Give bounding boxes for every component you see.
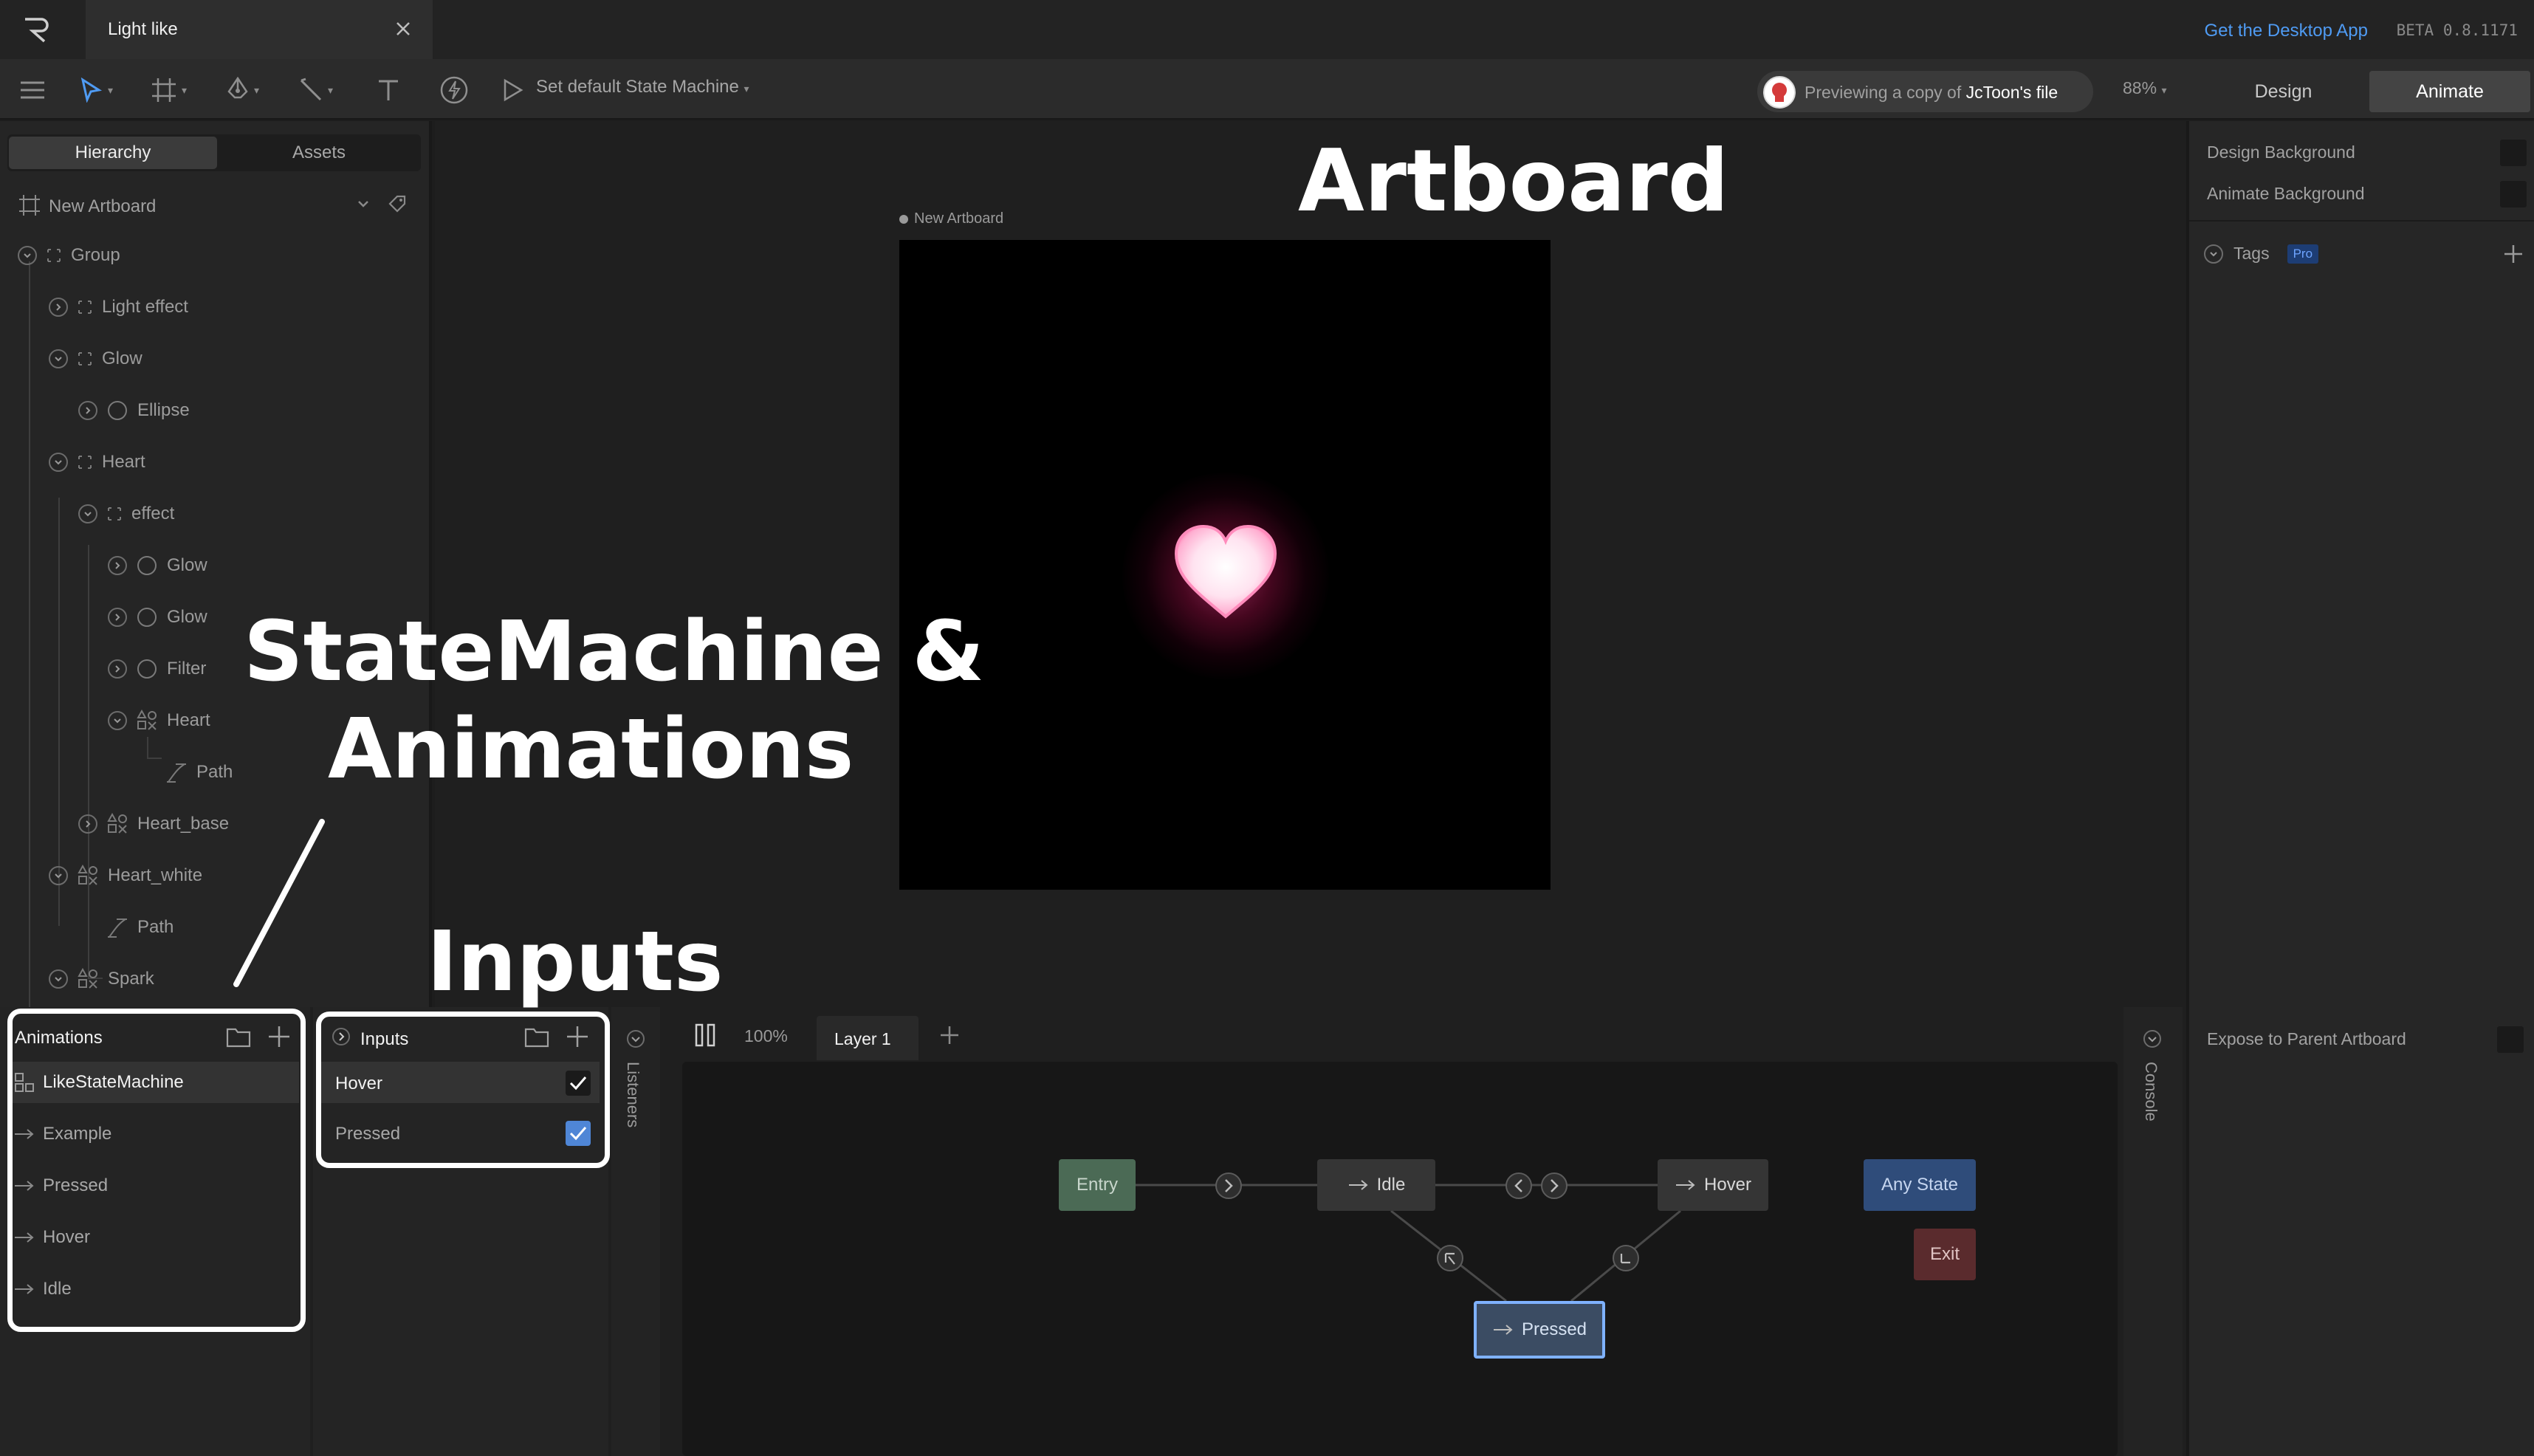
hover-node[interactable]: Hover xyxy=(1658,1159,1768,1211)
annotation-pointer-line xyxy=(233,819,325,987)
arrow-right-icon xyxy=(1347,1178,1370,1192)
any-state-node-label: Any State xyxy=(1881,1175,1959,1195)
state-machine-annotation-line-1: StateMachine & xyxy=(244,604,985,700)
artboard-annotation: Artboard xyxy=(1298,131,1729,231)
idle-node-label: Idle xyxy=(1376,1175,1406,1195)
arrow-right-icon xyxy=(1492,1322,1514,1337)
state-machine-annotation-line-2: Animations xyxy=(328,701,854,797)
transition-arrow-icon[interactable] xyxy=(1612,1244,1640,1272)
transition-arrow-icon[interactable] xyxy=(1505,1172,1533,1200)
exit-node-label: Exit xyxy=(1929,1244,1960,1264)
hover-node-label: Hover xyxy=(1703,1175,1752,1195)
any-state-node[interactable]: Any State xyxy=(1864,1159,1976,1211)
console-tab[interactable]: Console xyxy=(2123,1007,2183,1456)
entry-node-label: Entry xyxy=(1076,1175,1118,1195)
state-inspector: Expose to Parent Artboard xyxy=(2186,1007,2534,1456)
expose-checkbox[interactable] xyxy=(2497,1026,2524,1053)
entry-node[interactable]: Entry xyxy=(1059,1159,1136,1211)
pressed-node[interactable]: Pressed xyxy=(1474,1301,1605,1359)
transition-arrow-icon[interactable] xyxy=(1540,1172,1568,1200)
pressed-node-label: Pressed xyxy=(1521,1319,1587,1339)
expose-label: Expose to Parent Artboard xyxy=(2207,1029,2406,1048)
inputs-annotation: Inputs xyxy=(427,914,724,1010)
exit-node[interactable]: Exit xyxy=(1914,1229,1976,1280)
arrow-right-icon xyxy=(1675,1178,1697,1192)
transition-arrow-icon[interactable] xyxy=(1215,1172,1243,1200)
animations-highlight xyxy=(7,1009,306,1332)
transition-arrow-icon[interactable] xyxy=(1436,1244,1464,1272)
console-label: Console xyxy=(2142,1062,2160,1122)
inputs-highlight xyxy=(316,1012,610,1168)
idle-node[interactable]: Idle xyxy=(1317,1159,1435,1211)
chevron-down-icon[interactable] xyxy=(2143,1029,2162,1048)
